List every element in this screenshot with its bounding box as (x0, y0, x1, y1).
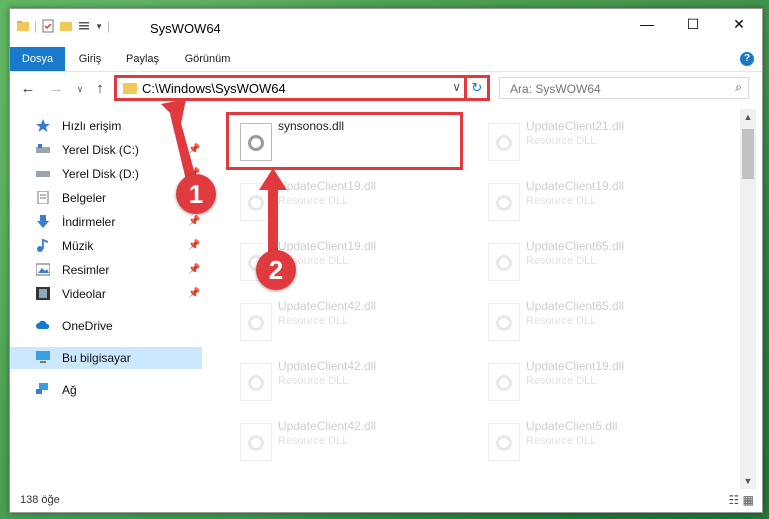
dll-file-icon (240, 303, 272, 341)
dll-file-icon (488, 243, 520, 281)
dll-file-icon (240, 423, 272, 461)
dll-file-icon (488, 123, 520, 161)
recent-locations-icon[interactable]: ∨ (72, 81, 88, 97)
item-count: 138 öğe (20, 494, 60, 506)
maximize-button[interactable]: ☐ (670, 9, 716, 39)
sidebar-item-documents[interactable]: Belgeler 📌 (10, 187, 202, 209)
step-marker-2: 2 (256, 250, 296, 290)
dll-file-icon (240, 363, 272, 401)
address-bar[interactable]: C:\Windows\SysWOW64 ∨ ↻ (114, 75, 490, 101)
help-icon[interactable]: ? (740, 52, 754, 66)
sidebar-item-local-disk-d[interactable]: Yerel Disk (D:) 📌 (10, 163, 202, 185)
pin-icon[interactable]: 📌 (188, 139, 200, 161)
navigation-bar: ← → ∨ ↑ C:\Windows\SysWOW64 ∨ ↻ ⌕ (10, 72, 762, 106)
new-folder-icon[interactable] (59, 19, 73, 33)
customize-toolbar-icon[interactable] (77, 19, 91, 33)
large-icons-view-icon[interactable]: ▦ (743, 493, 754, 507)
pin-icon[interactable]: 📌 (188, 259, 200, 281)
file-item[interactable]: UpdateClient42.dll Resource DLL (228, 415, 468, 467)
search-input[interactable] (508, 81, 722, 97)
window-title: SysWOW64 (150, 21, 221, 36)
pin-icon[interactable]: 📌 (188, 283, 200, 305)
file-item[interactable]: UpdateClient19.dll Resource DLL (228, 175, 468, 227)
dll-file-icon (240, 183, 272, 221)
file-highlight-box (226, 112, 463, 170)
quick-access-toolbar: | ▼ | (16, 19, 110, 33)
chevron-down-icon[interactable]: ∨ (452, 80, 461, 94)
drive-icon (36, 171, 50, 177)
dll-file-icon (488, 183, 520, 221)
file-item[interactable]: UpdateClient5.dll Resource DLL (476, 415, 716, 467)
videos-icon (36, 287, 50, 300)
file-item[interactable]: UpdateClient65.dll Resource DLL (476, 295, 716, 347)
file-item[interactable]: UpdateClient65.dll Resource DLL (476, 235, 716, 287)
scroll-down-icon[interactable]: ▼ (740, 473, 756, 489)
tab-giris[interactable]: Giriş (70, 47, 110, 71)
scroll-up-icon[interactable]: ▲ (740, 109, 756, 125)
dll-file-icon (488, 363, 520, 401)
folder-icon (17, 21, 29, 31)
star-icon (36, 119, 50, 132)
forward-arrow-icon[interactable]: → (48, 81, 64, 97)
sidebar-item-downloads[interactable]: İndirmeler 📌 (10, 211, 202, 233)
details-view-icon[interactable]: ☷ (729, 493, 740, 507)
search-icon[interactable]: ⌕ (735, 80, 742, 95)
sidebar-item-pictures[interactable]: Resimler 📌 (10, 259, 202, 281)
view-toggle: ☷ ▦ (729, 493, 754, 507)
scroll-thumb[interactable] (742, 129, 754, 179)
status-bar: 138 öğe ☷ ▦ (10, 489, 762, 511)
cloud-icon (36, 320, 50, 329)
documents-icon (37, 191, 49, 204)
tab-gorunum[interactable]: Görünüm (180, 47, 235, 71)
pin-icon[interactable]: 📌 (188, 235, 200, 257)
pictures-icon (36, 263, 50, 276)
sidebar-item-quick-access[interactable]: Hızlı erişim (10, 115, 202, 137)
pin-icon[interactable]: 📌 (188, 211, 200, 233)
ribbon-tabs: Dosya Giriş Paylaş Görünüm ? (10, 47, 762, 72)
search-box[interactable]: ⌕ (499, 77, 749, 99)
sidebar-item-network[interactable]: Ağ (10, 379, 202, 401)
sidebar-item-this-pc[interactable]: Bu bilgisayar (10, 347, 202, 369)
network-icon (36, 383, 48, 394)
tab-paylas[interactable]: Paylaş (120, 47, 165, 71)
refresh-icon[interactable]: ↻ (464, 78, 487, 98)
file-explorer-window: | ▼ | SysWOW64 — ☐ ✕ Dosya Giriş Paylaş … (9, 8, 763, 513)
sidebar-item-videos[interactable]: Videolar 📌 (10, 283, 202, 305)
navigation-pane: Hızlı erişim Yerel Disk (C:) 📌 Yerel Dis… (10, 109, 206, 479)
properties-icon[interactable] (41, 19, 55, 33)
file-item[interactable]: UpdateClient19.dll Resource DLL (476, 175, 716, 227)
dll-file-icon (488, 303, 520, 341)
chevron-down-icon[interactable]: ▼ (95, 22, 103, 31)
sidebar-item-onedrive[interactable]: OneDrive (10, 315, 202, 337)
file-item[interactable]: UpdateClient42.dll Resource DLL (228, 355, 468, 407)
minimize-button[interactable]: — (624, 9, 670, 39)
dll-file-icon (488, 423, 520, 461)
close-button[interactable]: ✕ (716, 9, 762, 39)
back-arrow-icon[interactable]: ← (20, 81, 36, 97)
step-marker-1: 1 (176, 174, 216, 214)
file-item[interactable]: UpdateClient42.dll Resource DLL (228, 295, 468, 347)
computer-icon (36, 351, 50, 363)
address-path[interactable]: C:\Windows\SysWOW64 (142, 81, 286, 96)
music-icon (37, 239, 48, 252)
file-item[interactable]: UpdateClient21.dll Resource DLL (476, 115, 716, 167)
title-bar: | ▼ | SysWOW64 — ☐ ✕ (10, 9, 762, 47)
folder-icon (123, 83, 137, 94)
sidebar-item-local-disk-c[interactable]: Yerel Disk (C:) 📌 (10, 139, 202, 161)
tab-dosya[interactable]: Dosya (10, 47, 65, 71)
up-arrow-icon[interactable]: ↑ (92, 81, 108, 97)
download-icon (37, 215, 49, 228)
drive-icon (36, 144, 50, 153)
sidebar-item-music[interactable]: Müzik 📌 (10, 235, 202, 257)
vertical-scrollbar[interactable]: ▲ ▼ (740, 109, 756, 489)
file-item[interactable]: UpdateClient19.dll Resource DLL (476, 355, 716, 407)
